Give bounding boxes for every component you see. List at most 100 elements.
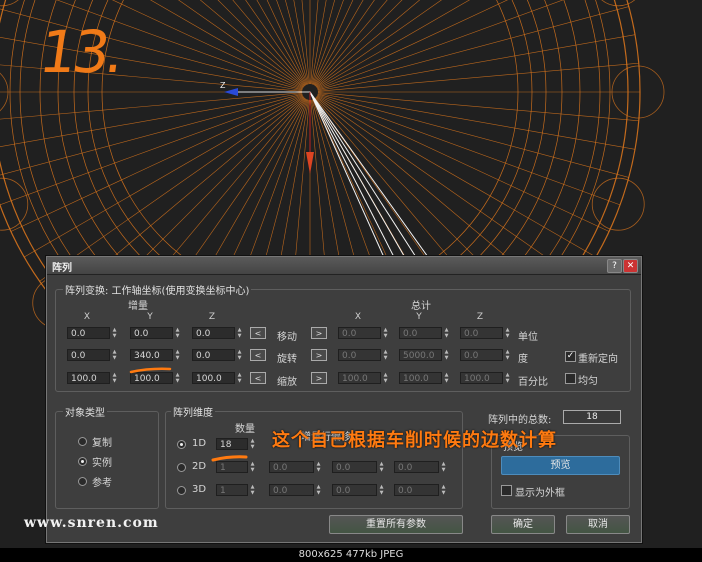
help-icon[interactable]: ? bbox=[607, 259, 622, 273]
offset-input[interactable]: 0.0 bbox=[269, 461, 314, 473]
ok-button[interactable]: 确定 bbox=[491, 515, 555, 534]
increment-y-row1-input[interactable]: 0.0 bbox=[130, 327, 173, 339]
offset-input[interactable]: 0.0 bbox=[394, 461, 439, 473]
total-z-row1-input[interactable]: 0.0 bbox=[460, 327, 503, 339]
shift-left-button[interactable]: < bbox=[250, 349, 266, 361]
increment-y-row1[interactable]: 0.0 ▲ ▼ bbox=[130, 327, 182, 340]
spinner-arrows-icon[interactable]: ▲ ▼ bbox=[315, 484, 322, 497]
total-y-row2[interactable]: 5000.0 ▲ ▼ bbox=[399, 349, 451, 362]
spinner-arrows-icon[interactable]: ▲ ▼ bbox=[236, 349, 243, 362]
increment-x-row2[interactable]: 0.0 ▲ ▼ bbox=[67, 349, 119, 362]
total-y-row1-input[interactable]: 0.0 bbox=[399, 327, 442, 339]
spinner-arrows-icon[interactable]: ▲ ▼ bbox=[111, 349, 118, 362]
increment-y-row3-input[interactable]: 100.0 bbox=[130, 372, 173, 384]
count-3d-spinner[interactable]: 1 ▲ ▼ bbox=[216, 484, 257, 497]
spinner-arrows-icon[interactable]: ▲ ▼ bbox=[382, 327, 389, 340]
preview-button[interactable]: 预览 bbox=[501, 456, 620, 475]
increment-z-row1[interactable]: 0.0 ▲ ▼ bbox=[192, 327, 244, 340]
increment-x-row1[interactable]: 0.0 ▲ ▼ bbox=[67, 327, 119, 340]
shift-left-button[interactable]: < bbox=[250, 372, 266, 384]
spinner-arrows-icon[interactable]: ▲ ▼ bbox=[236, 372, 243, 385]
total-z-row3[interactable]: 100.0 ▲ ▼ bbox=[460, 372, 512, 385]
count-3d-input[interactable]: 1 bbox=[216, 484, 248, 496]
increment-x-row3-input[interactable]: 100.0 bbox=[67, 372, 110, 384]
spinner-arrows-icon[interactable]: ▲ ▼ bbox=[440, 461, 447, 474]
offset-x-3d-spinner[interactable]: 0.0 ▲ ▼ bbox=[269, 484, 323, 497]
shift-left-button[interactable]: < bbox=[250, 327, 266, 339]
increment-z-row3-input[interactable]: 100.0 bbox=[192, 372, 235, 384]
spinner-arrows-icon[interactable]: ▲ ▼ bbox=[249, 461, 256, 474]
total-x-row1-input[interactable]: 0.0 bbox=[338, 327, 381, 339]
spinner-arrows-icon[interactable]: ▲ ▼ bbox=[382, 349, 389, 362]
total-z-row2[interactable]: 0.0 ▲ ▼ bbox=[460, 349, 512, 362]
count-2d-spinner[interactable]: 1 ▲ ▼ bbox=[216, 461, 257, 474]
total-x-row2-input[interactable]: 0.0 bbox=[338, 349, 381, 361]
spinner-arrows-icon[interactable]: ▲ ▼ bbox=[378, 461, 385, 474]
total-x-row3[interactable]: 100.0 ▲ ▼ bbox=[338, 372, 390, 385]
radio-2d[interactable] bbox=[177, 463, 186, 472]
increment-y-row3[interactable]: 100.0 ▲ ▼ bbox=[130, 372, 182, 385]
reset-all-button[interactable]: 重置所有参数 bbox=[329, 515, 463, 534]
total-y-row1[interactable]: 0.0 ▲ ▼ bbox=[399, 327, 451, 340]
increment-z-row2-input[interactable]: 0.0 bbox=[192, 349, 235, 361]
spinner-arrows-icon[interactable]: ▲ ▼ bbox=[249, 438, 256, 451]
total-x-row3-input[interactable]: 100.0 bbox=[338, 372, 381, 384]
spinner-arrows-icon[interactable]: ▲ ▼ bbox=[249, 484, 256, 497]
spinner-arrows-icon[interactable]: ▲ ▼ bbox=[111, 327, 118, 340]
increment-y-row2[interactable]: 340.0 ▲ ▼ bbox=[130, 349, 182, 362]
offset-x-2d-spinner[interactable]: 0.0 ▲ ▼ bbox=[269, 461, 323, 474]
spinner-arrows-icon[interactable]: ▲ ▼ bbox=[174, 327, 181, 340]
display-as-box-checkbox[interactable] bbox=[501, 485, 512, 496]
spinner-arrows-icon[interactable]: ▲ ▼ bbox=[236, 327, 243, 340]
total-z-row3-input[interactable]: 100.0 bbox=[460, 372, 503, 384]
count-1d-input[interactable]: 18 bbox=[216, 438, 248, 450]
spinner-arrows-icon[interactable]: ▲ ▼ bbox=[382, 372, 389, 385]
shift-right-button[interactable]: > bbox=[311, 372, 327, 384]
radio-3d[interactable] bbox=[177, 486, 186, 495]
offset-input[interactable]: 0.0 bbox=[394, 484, 439, 496]
increment-y-row2-input[interactable]: 340.0 bbox=[130, 349, 173, 361]
increment-z-row3[interactable]: 100.0 ▲ ▼ bbox=[192, 372, 244, 385]
spinner-arrows-icon[interactable]: ▲ ▼ bbox=[315, 461, 322, 474]
increment-x-row1-input[interactable]: 0.0 bbox=[67, 327, 110, 339]
total-x-row2[interactable]: 0.0 ▲ ▼ bbox=[338, 349, 390, 362]
total-y-row3[interactable]: 100.0 ▲ ▼ bbox=[399, 372, 451, 385]
radio-reference[interactable] bbox=[78, 477, 87, 486]
total-z-row2-input[interactable]: 0.0 bbox=[460, 349, 503, 361]
total-x-row1[interactable]: 0.0 ▲ ▼ bbox=[338, 327, 390, 340]
spinner-arrows-icon[interactable]: ▲ ▼ bbox=[443, 349, 450, 362]
spinner-arrows-icon[interactable]: ▲ ▼ bbox=[443, 372, 450, 385]
increment-x-row3[interactable]: 100.0 ▲ ▼ bbox=[67, 372, 119, 385]
close-icon[interactable]: ✕ bbox=[623, 259, 638, 273]
uniform-checkbox[interactable] bbox=[565, 373, 576, 384]
cancel-button[interactable]: 取消 bbox=[566, 515, 630, 534]
offset-z-3d-spinner[interactable]: 0.0 ▲ ▼ bbox=[394, 484, 448, 497]
spinner-arrows-icon[interactable]: ▲ ▼ bbox=[111, 372, 118, 385]
spinner-arrows-icon[interactable]: ▲ ▼ bbox=[174, 372, 181, 385]
spinner-arrows-icon[interactable]: ▲ ▼ bbox=[504, 349, 511, 362]
dialog-titlebar[interactable]: 阵列 ? ✕ bbox=[47, 257, 641, 275]
spinner-arrows-icon[interactable]: ▲ ▼ bbox=[504, 327, 511, 340]
radio-instance[interactable] bbox=[78, 457, 87, 466]
offset-input[interactable]: 0.0 bbox=[332, 484, 377, 496]
increment-z-row1-input[interactable]: 0.0 bbox=[192, 327, 235, 339]
spinner-arrows-icon[interactable]: ▲ ▼ bbox=[174, 349, 181, 362]
increment-x-row2-input[interactable]: 0.0 bbox=[67, 349, 110, 361]
total-y-row2-input[interactable]: 5000.0 bbox=[399, 349, 442, 361]
offset-input[interactable]: 0.0 bbox=[269, 484, 314, 496]
shift-right-button[interactable]: > bbox=[311, 349, 327, 361]
total-z-row1[interactable]: 0.0 ▲ ▼ bbox=[460, 327, 512, 340]
spinner-arrows-icon[interactable]: ▲ ▼ bbox=[440, 484, 447, 497]
offset-y-2d-spinner[interactable]: 0.0 ▲ ▼ bbox=[332, 461, 386, 474]
radio-copy[interactable] bbox=[78, 437, 87, 446]
radio-1d[interactable] bbox=[177, 440, 186, 449]
total-y-row3-input[interactable]: 100.0 bbox=[399, 372, 442, 384]
increment-z-row2[interactable]: 0.0 ▲ ▼ bbox=[192, 349, 244, 362]
offset-input[interactable]: 0.0 bbox=[332, 461, 377, 473]
spinner-arrows-icon[interactable]: ▲ ▼ bbox=[378, 484, 385, 497]
spinner-arrows-icon[interactable]: ▲ ▼ bbox=[443, 327, 450, 340]
count-1d-spinner[interactable]: 18 ▲ ▼ bbox=[216, 438, 257, 451]
spinner-arrows-icon[interactable]: ▲ ▼ bbox=[504, 372, 511, 385]
count-2d-input[interactable]: 1 bbox=[216, 461, 248, 473]
shift-right-button[interactable]: > bbox=[311, 327, 327, 339]
